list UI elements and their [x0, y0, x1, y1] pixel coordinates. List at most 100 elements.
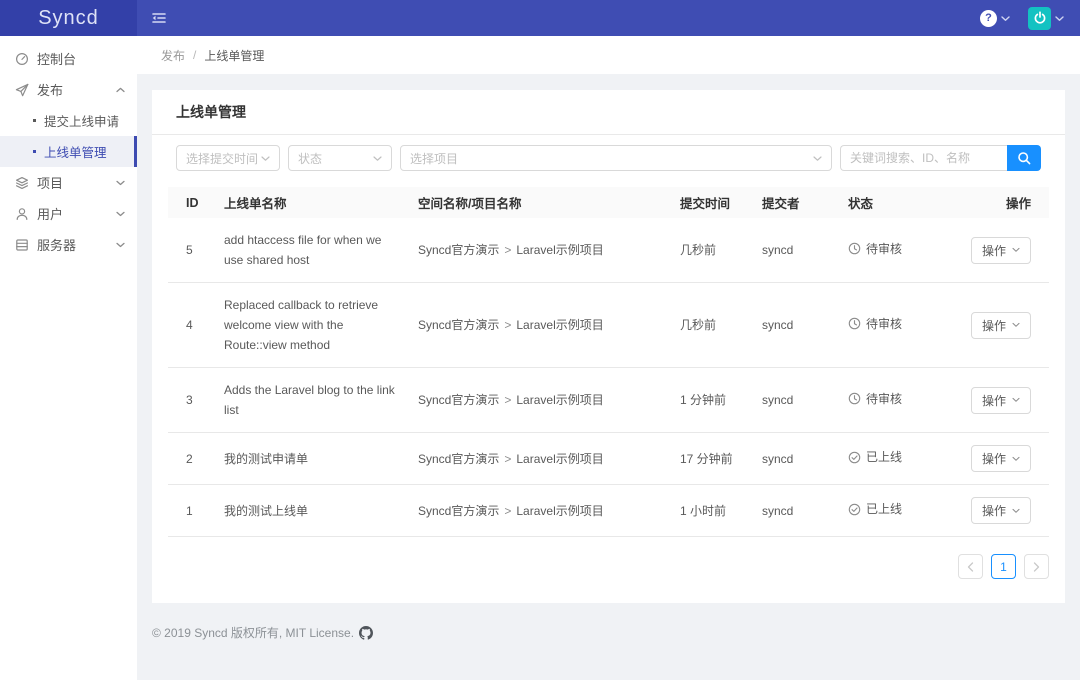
row-action-button[interactable]: 操作: [970, 236, 1031, 264]
table-row: 4 Replaced callback to retrieve welcome …: [168, 282, 1049, 368]
sidebar-item-submit-request[interactable]: 提交上线申请: [0, 105, 137, 136]
sidebar-item-user[interactable]: 用户: [0, 198, 137, 229]
cell-space-project: Syncd官方演示 > Laravel示例项目: [410, 367, 672, 433]
chevron-down-icon: [261, 155, 270, 161]
cell-id: 2: [168, 432, 216, 485]
chevron-right-icon: [1033, 561, 1040, 572]
cell-status: 待审核: [840, 367, 936, 433]
space-name: Syncd官方演示: [418, 451, 500, 466]
send-icon: [15, 83, 29, 97]
dashboard-icon: [15, 52, 29, 66]
cell-action: 操作: [936, 484, 1049, 537]
chevron-down-icon: [1012, 456, 1020, 461]
project-select[interactable]: 选择项目: [400, 145, 832, 171]
cell-id: 4: [168, 282, 216, 368]
row-action-button[interactable]: 操作: [970, 311, 1031, 339]
deploy-management-card: 上线单管理 选择提交时间 状态 选择项目 关键词搜索、ID、名称 ID 上线单名…: [152, 90, 1065, 603]
pagination-page-1[interactable]: 1: [991, 554, 1016, 579]
col-space: 空间名称/项目名称: [410, 187, 672, 218]
chevron-down-icon: [1012, 322, 1020, 327]
col-submitter: 提交者: [754, 187, 840, 218]
cell-action: 操作: [936, 432, 1049, 485]
clock-icon: [848, 317, 861, 330]
bullet-icon: [33, 119, 36, 122]
cell-submit-time: 17 分钟前: [672, 432, 754, 485]
chevron-down-icon: [373, 155, 382, 161]
row-action-button[interactable]: 操作: [970, 386, 1031, 414]
topbar: Syncd ?: [0, 0, 1080, 36]
breadcrumb-section[interactable]: 发布: [161, 47, 185, 64]
pagination-next-button[interactable]: [1024, 554, 1049, 579]
status-select[interactable]: 状态: [288, 145, 392, 171]
cell-submit-time: 几秒前: [672, 218, 754, 283]
space-name: Syncd官方演示: [418, 503, 500, 518]
cell-submitter: syncd: [754, 484, 840, 537]
chevron-down-icon: [1012, 247, 1020, 252]
project-name: Laravel示例项目: [516, 393, 604, 407]
project-name: Laravel示例项目: [516, 451, 604, 466]
deploy-table: ID 上线单名称 空间名称/项目名称 提交时间 提交者 状态 操作 5 add …: [168, 187, 1049, 537]
topbar-right: ?: [980, 6, 1064, 30]
cell-submitter: syncd: [754, 367, 840, 433]
cell-status: 已上线: [840, 432, 936, 485]
col-time: 提交时间: [672, 187, 754, 218]
pagination-prev-button[interactable]: [958, 554, 983, 579]
status-text: 待审核: [866, 241, 903, 256]
chevron-down-icon: [813, 155, 822, 161]
status-text: 已上线: [866, 502, 903, 517]
sidebar-item-server[interactable]: 服务器: [0, 229, 137, 260]
search-input[interactable]: [840, 145, 1007, 171]
bullet-icon: [33, 150, 36, 153]
cell-name: add htaccess file for when we use shared…: [216, 218, 410, 283]
cell-submitter: syncd: [754, 432, 840, 485]
sidebar-item-project[interactable]: 项目: [0, 167, 137, 198]
col-status: 状态: [840, 187, 936, 218]
col-name: 上线单名称: [216, 187, 410, 218]
row-action-button[interactable]: 操作: [970, 497, 1031, 524]
chevron-left-icon: [967, 561, 974, 572]
space-name: Syncd官方演示: [418, 393, 500, 407]
sidebar-item-publish[interactable]: 发布: [0, 74, 137, 105]
project-name: Laravel示例项目: [516, 243, 604, 257]
logo[interactable]: Syncd: [0, 0, 137, 36]
row-action-button[interactable]: 操作: [970, 445, 1031, 472]
logo-text: Syncd: [38, 6, 99, 29]
status-text: 待审核: [866, 391, 903, 406]
filter-bar: 选择提交时间 状态 选择项目: [152, 135, 1065, 187]
cell-space-project: Syncd官方演示 > Laravel示例项目: [410, 282, 672, 368]
time-select[interactable]: 选择提交时间: [176, 145, 280, 171]
check-circle-icon: [848, 451, 861, 464]
space-name: Syncd官方演示: [418, 243, 500, 257]
help-menu[interactable]: ?: [980, 9, 1010, 27]
user-menu[interactable]: [1028, 6, 1064, 30]
table-row: 3 Adds the Laravel blog to the link list…: [168, 367, 1049, 433]
chevron-down-icon: [116, 180, 125, 185]
status-text: 已上线: [866, 450, 903, 465]
table-header-row: ID 上线单名称 空间名称/项目名称 提交时间 提交者 状态 操作: [168, 187, 1049, 218]
cell-status: 已上线: [840, 484, 936, 537]
chevron-down-icon: [1012, 397, 1020, 402]
sidebar: 控制台 发布 提交上线申请 上线单管理 项目 用户 服务器: [0, 36, 137, 680]
sidebar-item-deploy-management[interactable]: 上线单管理: [0, 136, 137, 167]
menu-fold-icon[interactable]: [151, 10, 167, 26]
separator-icon: >: [504, 393, 512, 407]
cell-action: 操作: [936, 218, 1049, 283]
user-icon: [15, 207, 29, 221]
topbar-main: ?: [137, 0, 1080, 36]
table-body: 5 add htaccess file for when we use shar…: [168, 218, 1049, 537]
clock-icon: [848, 242, 861, 255]
chevron-down-icon: [1001, 15, 1010, 21]
status-text: 待审核: [866, 316, 903, 331]
project-name: Laravel示例项目: [516, 318, 604, 332]
breadcrumb-current: 上线单管理: [204, 48, 265, 63]
chevron-down-icon: [116, 211, 125, 216]
cell-submit-time: 几秒前: [672, 282, 754, 368]
power-icon: [1034, 11, 1045, 24]
col-id: ID: [168, 187, 216, 218]
search-button[interactable]: [1007, 145, 1041, 171]
sidebar-item-console[interactable]: 控制台: [0, 43, 137, 74]
github-icon[interactable]: [359, 625, 374, 640]
cell-space-project: Syncd官方演示 > Laravel示例项目: [410, 484, 672, 537]
chevron-down-icon: [116, 242, 125, 247]
footer: © 2019 Syncd 版权所有, MIT License.: [152, 624, 1065, 641]
